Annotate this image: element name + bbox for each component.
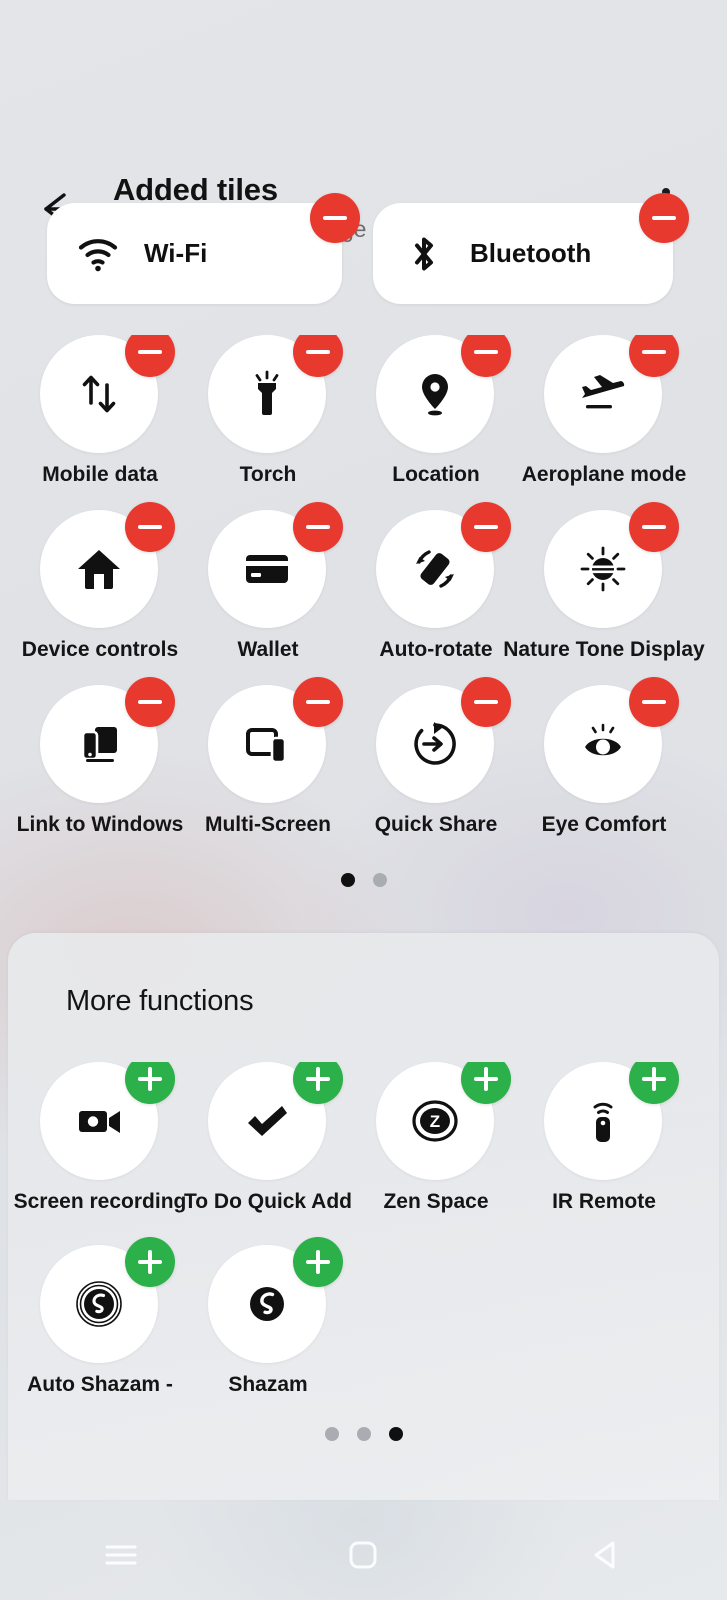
system-navigation-bar [0,1510,727,1600]
bluetooth-icon [402,232,446,276]
page-dot[interactable] [340,873,355,887]
remove-tile-button[interactable] [461,335,511,377]
remove-tile-button[interactable] [125,502,175,552]
remove-tile-button[interactable] [125,677,175,727]
page-dot[interactable] [324,1427,339,1441]
add-tile-button[interactable] [629,1062,679,1104]
tile-aeroplane-mode[interactable]: Aeroplane mode [522,335,692,510]
tile-ir-remote[interactable]: IR Remote [524,1062,692,1237]
remove-tile-button[interactable] [293,335,343,377]
add-tile-button[interactable] [125,1237,175,1287]
remove-tile-button[interactable] [461,502,511,552]
page-dot[interactable] [356,1427,371,1441]
remove-tile-button[interactable] [629,677,679,727]
page-header: Added tiles Hold and drag to arrange [0,80,727,242]
page-dot[interactable] [372,873,387,887]
more-functions-grid: Screen recording To Do Quick Add Z Zen S… [0,1062,727,1422]
add-tile-button[interactable] [293,1062,343,1104]
remove-tile-button[interactable] [293,677,343,727]
tile-bluetooth[interactable]: Bluetooth [373,193,689,304]
tile-label: Wi-Fi [144,238,208,268]
back-triangle-icon[interactable] [546,1525,666,1585]
remove-tile-button[interactable] [629,502,679,552]
recents-icon[interactable] [61,1525,181,1585]
remove-tile-button[interactable] [293,502,343,552]
tile-eye-comfort[interactable]: Eye Comfort [524,677,692,860]
tile-label: Shazam [228,1373,308,1396]
svg-text:Z: Z [430,1112,440,1131]
home-square-icon[interactable] [303,1525,423,1585]
more-functions-title: More functions [66,985,254,1017]
added-tiles-page-indicator[interactable] [0,873,727,887]
more-functions-page-indicator[interactable] [0,1427,727,1441]
tile-label: IR Remote [552,1190,656,1213]
remove-tile-button[interactable] [629,335,679,377]
page-dot[interactable] [388,1427,403,1441]
remove-tile-button[interactable] [125,335,175,377]
tile-label: Aeroplane mode [521,463,687,486]
add-tile-button[interactable] [461,1062,511,1104]
remove-tile-button[interactable] [461,677,511,727]
tile-label: Bluetooth [470,238,592,268]
tile-nature-tone-display[interactable]: Nature Tone Display [503,502,705,685]
tile-label: Nature Tone Display [503,638,705,661]
tile-label: Eye Comfort [541,813,667,836]
tile-wifi[interactable]: Wi-Fi [47,193,360,304]
wifi-icon [76,232,120,276]
remove-tile-button[interactable] [639,193,689,243]
tile-shazam[interactable]: Shazam [188,1237,356,1420]
added-tiles-grid: Mobile data Torch Location Aeroplane mod… [0,335,727,875]
pill-tile-row: Wi-Fi Bluetooth [0,193,727,308]
remove-tile-button[interactable] [310,193,360,243]
add-tile-button[interactable] [125,1062,175,1104]
add-tile-button[interactable] [293,1237,343,1287]
